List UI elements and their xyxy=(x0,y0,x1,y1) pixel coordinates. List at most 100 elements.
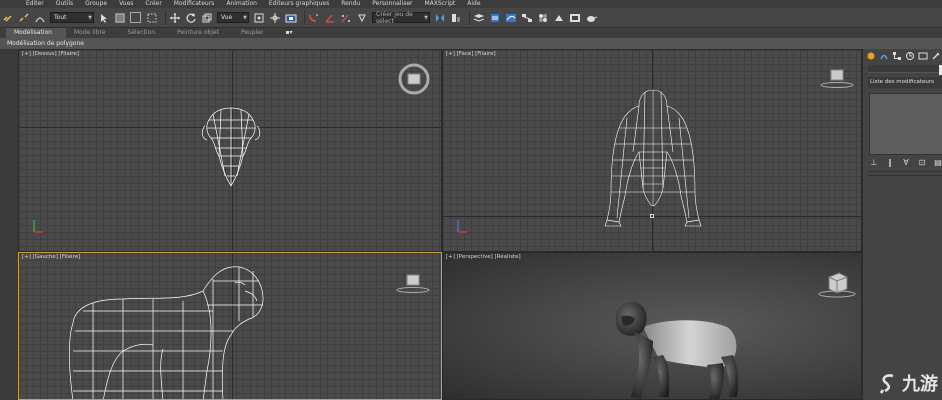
pin-stack-icon[interactable]: ⊥ xyxy=(869,157,879,167)
menu-groupe[interactable]: Groupe xyxy=(85,0,107,8)
gorilla-side-wireframe xyxy=(68,266,264,399)
watermark-logo: 九游 xyxy=(877,370,938,396)
viewcube-icon[interactable] xyxy=(395,273,431,295)
watermark-s-icon xyxy=(879,374,894,394)
named-selection-placeholder: Créer jeu de sélect xyxy=(376,10,413,25)
make-unique-icon[interactable]: ∀ xyxy=(901,157,911,167)
menu-editer[interactable]: Editer xyxy=(26,0,44,8)
rendered-frame-icon[interactable] xyxy=(569,12,581,24)
viewport-top[interactable]: [+] [Dessus] [Filaire] xyxy=(18,49,442,252)
gorilla-top-wireframe xyxy=(201,107,261,187)
angle-snap-icon[interactable] xyxy=(324,12,336,24)
viewport-label[interactable]: [+] [Gauche] [Filaire] xyxy=(22,254,80,260)
watermark-text: 九游 xyxy=(902,374,938,395)
create-tab-icon[interactable] xyxy=(866,51,876,61)
mirror-icon[interactable] xyxy=(434,12,446,24)
panel-divider xyxy=(868,175,942,176)
selection-filter-value: Tout xyxy=(54,14,67,21)
rect-selection-button[interactable] xyxy=(130,12,141,23)
named-selection-input[interactable]: Créer jeu de sélect ▼ xyxy=(372,10,430,25)
select-manipulate-icon[interactable] xyxy=(269,12,281,24)
percent-snap-icon[interactable] xyxy=(340,12,352,24)
viewport-front[interactable]: [+] [Face] [Filaire] xyxy=(442,49,862,252)
axis-tripod-icon xyxy=(33,220,43,233)
menu-creer[interactable]: Créer xyxy=(145,0,161,8)
align-icon[interactable] xyxy=(450,12,462,24)
viewport-label[interactable]: [+] [Face] [Filaire] xyxy=(446,51,496,57)
select-object-icon[interactable] xyxy=(98,12,110,24)
pivot-center-icon[interactable] xyxy=(253,12,265,24)
tab-modelisation[interactable]: Modélisation xyxy=(6,28,66,38)
modifier-stack[interactable] xyxy=(869,93,942,155)
scale-icon[interactable] xyxy=(201,12,213,24)
menu-outils[interactable]: Outils xyxy=(56,0,73,8)
pivot-marker xyxy=(650,214,654,218)
selection-filter-select[interactable]: Tout ▼ xyxy=(50,12,94,23)
render-setup-icon[interactable] xyxy=(553,12,565,24)
menu-rendu[interactable]: Rendu xyxy=(341,0,360,8)
tab-mode-libre[interactable]: Mode libre xyxy=(66,28,119,38)
configure-sets-icon[interactable]: ▤ xyxy=(933,157,942,167)
tab-selection[interactable]: Sélection xyxy=(119,28,169,38)
gorilla-rendered-model xyxy=(615,302,739,399)
modify-tab-icon[interactable] xyxy=(879,51,889,61)
bind-spacewarp-icon[interactable] xyxy=(34,12,46,24)
chevron-down-icon: ▼ xyxy=(88,15,92,21)
menu-personnaliser[interactable]: Personnaliser xyxy=(372,0,412,8)
viewport-perspective[interactable]: [+] [Perspective] [Réaliste] xyxy=(442,252,862,400)
material-editor-icon[interactable] xyxy=(537,12,549,24)
keyboard-shortcut-icon[interactable] xyxy=(285,12,297,24)
tab-peupler[interactable]: Peupler xyxy=(233,28,278,38)
menu-editeurs-graphiques[interactable]: Editeurs graphiques xyxy=(269,0,329,8)
unlink-icon[interactable] xyxy=(18,12,30,24)
left-side-strip xyxy=(0,49,18,400)
display-tab-icon[interactable] xyxy=(918,51,928,61)
menu-aide[interactable]: Aide xyxy=(467,0,480,8)
motion-tab-icon[interactable] xyxy=(905,51,915,61)
menu-modificateurs[interactable]: Modificateurs xyxy=(174,0,215,8)
viewcube-icon[interactable] xyxy=(819,68,855,90)
hierarchy-tab-icon[interactable] xyxy=(892,51,902,61)
reference-coord-select[interactable]: Vue ▼ xyxy=(217,12,249,23)
ribbon-panel-label[interactable]: Modélisation de polygone xyxy=(7,40,84,47)
ribbon-options-icon[interactable]: ▪▾ xyxy=(277,28,306,38)
viewport-label[interactable]: [+] [Dessus] [Filaire] xyxy=(22,51,79,57)
menu-bar: Editer Outils Groupe Vues Créer Modifica… xyxy=(0,0,942,8)
schematic-view-icon[interactable] xyxy=(521,12,533,24)
snap-2d-icon[interactable] xyxy=(308,12,320,24)
viewcube-icon[interactable] xyxy=(815,271,857,299)
window-crossing-icon[interactable] xyxy=(146,12,158,24)
layer-manager-icon[interactable] xyxy=(473,12,485,24)
rotate-icon[interactable] xyxy=(185,12,197,24)
utilities-tab-icon[interactable] xyxy=(931,51,941,61)
spinner-snap-icon[interactable] xyxy=(356,12,368,24)
tab-peinture-objet[interactable]: Peinture objet xyxy=(169,28,233,38)
viewport-left[interactable]: [+] [Gauche] [Filaire] xyxy=(18,252,442,400)
toolbar-divider xyxy=(165,10,166,25)
main-toolbar: Tout ▼ Vue ▼ Créer jeu de sélect ▼ xyxy=(0,8,942,28)
curve-editor-icon[interactable] xyxy=(505,12,517,24)
link-icon[interactable] xyxy=(2,12,14,24)
panel-divider xyxy=(868,171,942,172)
ribbon-panel: Modélisation de polygone xyxy=(0,38,942,49)
command-panel-tabs xyxy=(866,51,942,61)
gorilla-front-wireframe xyxy=(604,89,702,227)
modifier-stack-tools: ⊥ ‖ ∀ ⊡ ▤ xyxy=(869,157,942,167)
menu-vues[interactable]: Vues xyxy=(119,0,133,8)
select-by-name-icon[interactable] xyxy=(114,12,126,24)
app-window: Editer Outils Groupe Vues Créer Modifica… xyxy=(0,0,942,400)
command-panel: Liste des modificateurs ⊥ ‖ ∀ ⊡ ▤ xyxy=(862,49,942,400)
menu-animation[interactable]: Animation xyxy=(226,0,257,8)
scene-explorer-icon[interactable] xyxy=(489,12,501,24)
move-icon[interactable] xyxy=(169,12,181,24)
object-name-field[interactable] xyxy=(868,65,942,73)
viewcube-icon[interactable] xyxy=(397,62,431,96)
ribbon-tabs: Modélisation Mode libre Sélection Peintu… xyxy=(0,28,942,38)
viewport-label[interactable]: [+] [Perspective] [Réaliste] xyxy=(446,254,521,260)
menu-maxscript[interactable]: MAXScript xyxy=(424,0,455,8)
render-teapot-icon[interactable] xyxy=(585,12,597,24)
remove-modifier-icon[interactable]: ⊡ xyxy=(917,157,927,167)
chevron-down-icon: ▼ xyxy=(243,15,247,21)
modifier-list-dropdown[interactable]: Liste des modificateurs xyxy=(868,77,942,88)
show-end-result-icon[interactable]: ‖ xyxy=(885,157,895,167)
